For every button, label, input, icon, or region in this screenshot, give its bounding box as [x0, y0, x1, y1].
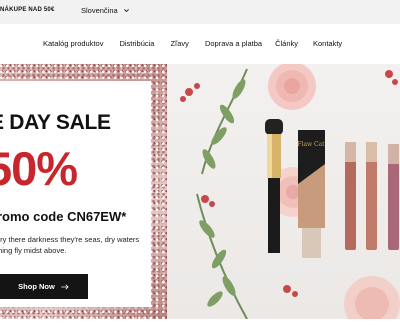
- nav-item-discounts[interactable]: Zľavy: [170, 39, 188, 48]
- discount-value: 50%: [0, 142, 78, 195]
- product-label: Flaw Cat: [297, 141, 325, 148]
- product-photo: Flaw Cat: [167, 64, 400, 319]
- nav-item-catalog[interactable]: Katalóg produktov: [43, 39, 103, 48]
- free-shipping-notice: NÁKUPE NAD 50€: [0, 7, 55, 13]
- shop-now-button[interactable]: Shop Now: [0, 274, 88, 299]
- lip-pencil-icon: [345, 142, 399, 250]
- nav-item-articles[interactable]: Články: [275, 39, 298, 48]
- main-navigation: Katalóg produktov Distribúcia Zľavy Dopr…: [0, 24, 400, 64]
- chevron-down-icon: [123, 9, 129, 13]
- shop-now-label: Shop Now: [18, 282, 55, 291]
- flower-top-icon: [268, 64, 316, 110]
- nav-item-shipping-payment[interactable]: Doprava a platba: [205, 39, 262, 48]
- language-label: Slovenčina: [81, 6, 118, 15]
- sale-card: E DAY SALE 50% romo code CN67EW* dry the…: [0, 81, 151, 307]
- flower-bottom-icon: [344, 276, 400, 319]
- cosmetics-illustration: Flaw Cat: [180, 64, 400, 319]
- sale-description: dry there darkness they're seas, dry wat…: [0, 235, 140, 255]
- sale-title: E DAY SALE: [0, 111, 111, 134]
- hero-banner: E DAY SALE 50% romo code CN67EW* dry the…: [0, 64, 400, 319]
- top-bar: NÁKUPE NAD 50€ Slovenčina: [0, 0, 400, 24]
- nav-item-distribution[interactable]: Distribúcia: [119, 39, 154, 48]
- promo-code: romo code CN67EW*: [0, 209, 127, 224]
- nav-links: Katalóg produktov Distribúcia Zľavy Dopr…: [43, 39, 342, 48]
- nav-item-contacts[interactable]: Kontakty: [313, 39, 342, 48]
- foundation-tube-icon: Flaw Cat: [297, 130, 325, 258]
- leaves-icon: [199, 79, 246, 307]
- language-selector[interactable]: Slovenčina: [81, 6, 130, 15]
- arrow-right-icon: [61, 283, 69, 290]
- page-bottom: [0, 319, 400, 325]
